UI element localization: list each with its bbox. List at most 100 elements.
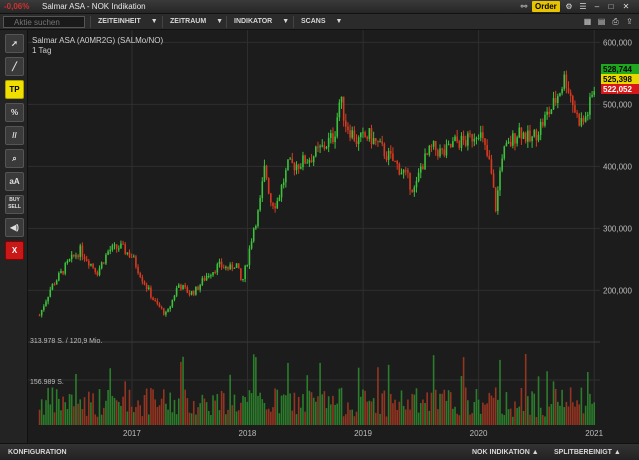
- volume-bar: [244, 397, 246, 425]
- volume-bar: [280, 395, 283, 425]
- buy-sell-icon[interactable]: BUY SELL: [5, 195, 24, 214]
- target-price-icon[interactable]: TP: [5, 80, 24, 99]
- menu-zeitraum[interactable]: ZEITRAUM ▼: [162, 16, 223, 28]
- volume-bar: [282, 394, 285, 425]
- volume-bar: [501, 413, 503, 425]
- percent-icon[interactable]: %: [5, 103, 24, 122]
- volume-bar: [115, 400, 118, 425]
- cursor-crosshair-icon[interactable]: ➚: [5, 34, 24, 53]
- volume-bar: [210, 414, 212, 425]
- volume-bar: [218, 410, 221, 425]
- candle-body: [362, 132, 364, 134]
- candle-body: [154, 299, 157, 301]
- change-percent: -0,06%: [4, 2, 30, 11]
- minimize-icon[interactable]: –: [591, 1, 603, 12]
- export-icon[interactable]: ⇪: [624, 16, 635, 27]
- volume-bar: [546, 371, 548, 425]
- candle-body: [225, 266, 227, 268]
- candle-body: [396, 161, 398, 164]
- volume-bar: [276, 389, 279, 425]
- x-tick-label: 2020: [470, 429, 488, 438]
- chevron-down-icon: ▼: [282, 18, 290, 25]
- volume-bar: [387, 364, 390, 425]
- volume-bar: [53, 412, 56, 425]
- speaker-icon[interactable]: ◀): [5, 218, 24, 237]
- candle-body: [285, 170, 287, 183]
- candle-body: [255, 226, 257, 229]
- candle-body: [171, 299, 174, 307]
- close-icon[interactable]: ✕: [620, 1, 632, 12]
- candle-body: [353, 130, 356, 141]
- volume-bar: [225, 414, 227, 425]
- candle-body: [492, 173, 495, 188]
- volume-bar: [349, 409, 351, 425]
- volume-bar: [381, 393, 384, 425]
- volume-bar: [359, 396, 362, 425]
- candle-body: [113, 244, 116, 246]
- volume-bar: [529, 414, 531, 425]
- volume-bar: [214, 400, 216, 425]
- candle-body: [550, 109, 553, 114]
- candle-body: [47, 296, 49, 302]
- menu-zeiteinheit[interactable]: ZEITEINHEIT ▼: [90, 16, 158, 28]
- parallel-lines-icon[interactable]: //: [5, 126, 24, 145]
- stock-search-input[interactable]: [3, 16, 85, 28]
- candle-body: [165, 311, 167, 315]
- menu-indikator[interactable]: INDIKATOR ▼: [226, 16, 289, 28]
- print-icon[interactable]: ⎙: [610, 16, 621, 27]
- menu-scans[interactable]: SCANS ▼: [293, 16, 342, 28]
- candle-body: [422, 166, 424, 170]
- candle-body: [509, 141, 512, 146]
- split-adjusted-button[interactable]: SPLITBEREINIGT ▲: [554, 444, 621, 460]
- candle-body: [392, 153, 394, 162]
- volume-bar: [516, 408, 518, 425]
- candle-body: [98, 268, 101, 276]
- candle-body: [452, 141, 454, 148]
- volume-bar: [467, 400, 469, 425]
- volume-bar: [544, 416, 546, 425]
- candle-body: [79, 245, 82, 257]
- candle-body: [370, 128, 373, 145]
- candle-body: [186, 287, 189, 293]
- chart-type-icon[interactable]: ▦: [582, 16, 593, 27]
- order-button[interactable]: Order: [532, 1, 560, 12]
- zoom-icon[interactable]: ⌕: [5, 149, 24, 168]
- candle-body: [62, 270, 64, 274]
- settings-icon[interactable]: ⚙: [563, 1, 575, 12]
- configuration-button[interactable]: KONFIGURATION: [8, 444, 67, 460]
- nok-indication-button[interactable]: NOK INDIKATION ▲: [472, 444, 539, 460]
- volume-bar: [203, 398, 206, 425]
- candle-body: [529, 130, 531, 142]
- candle-body: [124, 244, 127, 254]
- volume-bar: [330, 404, 332, 425]
- candle-body: [263, 165, 266, 182]
- volume-bar: [569, 387, 572, 425]
- delete-icon[interactable]: X: [5, 241, 24, 260]
- candle-body: [122, 243, 124, 245]
- candle-body: [43, 306, 45, 310]
- candle-body: [567, 87, 570, 93]
- volume-bar: [518, 406, 521, 425]
- volume-bar: [195, 414, 197, 425]
- volume-bar: [537, 376, 540, 425]
- volume-bar: [188, 412, 191, 425]
- list-icon[interactable]: ☰: [577, 1, 589, 12]
- layout-icon[interactable]: ▤: [596, 16, 607, 27]
- candle-body: [257, 210, 259, 227]
- chart-period: 1 Tag: [32, 46, 52, 55]
- chevron-down-icon: ▼: [335, 18, 343, 25]
- price-chart[interactable]: 200,000 300,000 400,000 500,000 600,000 2017 2…: [28, 30, 639, 443]
- candle-body: [561, 89, 563, 94]
- maximize-icon[interactable]: □: [605, 1, 617, 12]
- line-draw-icon[interactable]: ╱: [5, 57, 24, 76]
- text-icon[interactable]: aA: [5, 172, 24, 191]
- volume-bar: [297, 396, 300, 425]
- volume-bar: [205, 402, 208, 425]
- candle-body: [244, 265, 246, 279]
- volume-bar: [278, 413, 281, 425]
- volume-bar: [103, 407, 105, 425]
- candle-body: [240, 268, 242, 280]
- link-icon[interactable]: ⚯: [518, 1, 530, 12]
- candle-body: [218, 261, 221, 265]
- volume-bar: [58, 398, 60, 425]
